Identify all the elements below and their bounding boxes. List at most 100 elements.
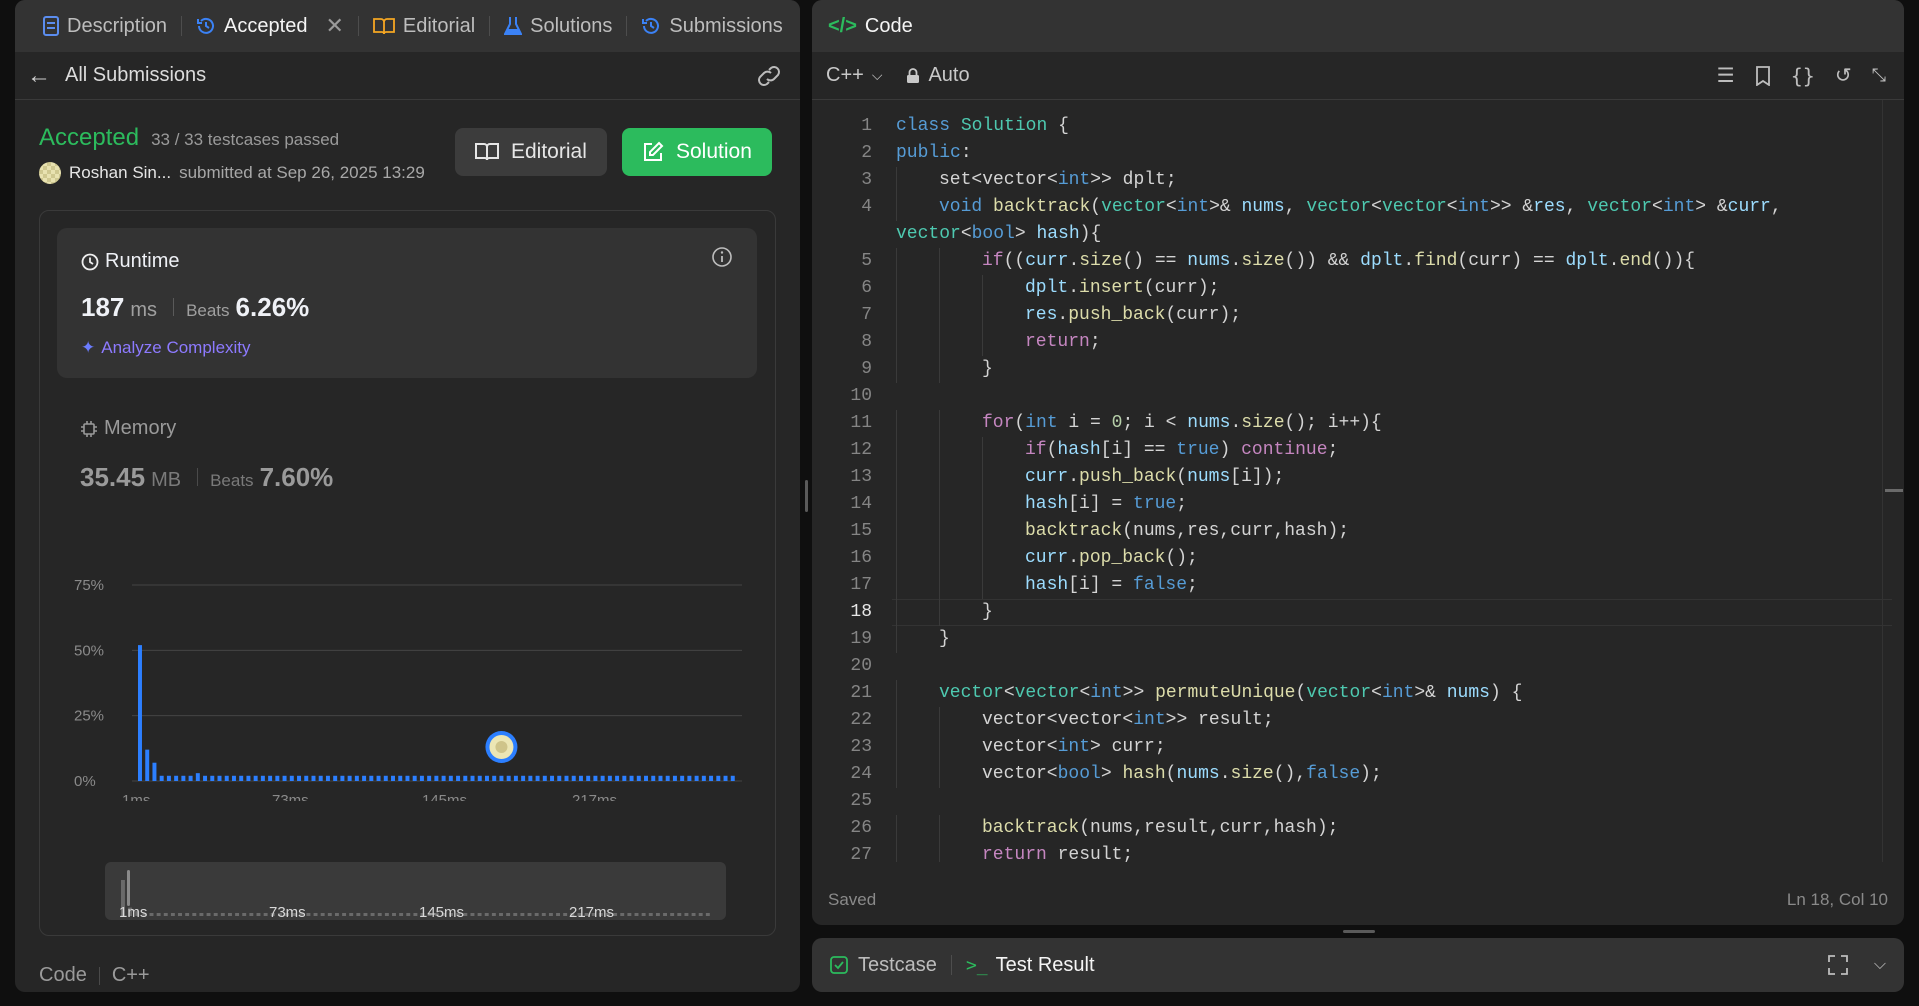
braces-icon[interactable]: {}	[1791, 64, 1815, 88]
avatar[interactable]	[39, 162, 61, 184]
distribution-bar[interactable]	[701, 775, 706, 781]
distribution-bar[interactable]	[535, 775, 540, 781]
distribution-bar[interactable]	[152, 762, 157, 781]
analyze-complexity-link[interactable]: ✦ Analyze Complexity	[81, 338, 251, 358]
link-icon[interactable]	[756, 65, 782, 87]
distribution-bar[interactable]	[730, 775, 735, 781]
distribution-bar[interactable]	[289, 775, 294, 781]
distribution-bar[interactable]	[477, 775, 482, 781]
distribution-bar[interactable]	[521, 775, 526, 781]
format-icon[interactable]: ☰	[1717, 63, 1735, 88]
distribution-bar[interactable]	[203, 775, 208, 781]
distribution-bar[interactable]	[434, 775, 439, 781]
distribution-bar[interactable]	[492, 775, 497, 781]
distribution-bar[interactable]	[181, 775, 186, 781]
distribution-bar[interactable]	[282, 775, 287, 781]
auto-mode-toggle[interactable]: Auto	[906, 64, 970, 87]
distribution-bar[interactable]	[687, 775, 692, 781]
distribution-bar[interactable]	[297, 775, 302, 781]
distribution-bar[interactable]	[362, 775, 367, 781]
tab-test-result[interactable]: >_ Test Result	[966, 954, 1095, 977]
distribution-bar[interactable]	[333, 775, 338, 781]
distribution-bar[interactable]	[318, 775, 323, 781]
tab-code[interactable]: </> Code	[828, 15, 923, 38]
distribution-bar[interactable]	[709, 775, 714, 781]
memory-card[interactable]: Memory 35.45 MB Beats 7.60%	[80, 417, 740, 507]
distribution-bar[interactable]	[340, 775, 345, 781]
tab-editorial[interactable]: Editorial	[363, 15, 485, 38]
solution-button[interactable]: Solution	[622, 128, 772, 176]
distribution-bar[interactable]	[174, 775, 179, 781]
runtime-distribution-chart[interactable]: 75% 50% 25% 0% 1ms 73ms 145ms 217ms	[40, 541, 777, 801]
distribution-bar[interactable]	[651, 775, 656, 781]
horizontal-resize-handle[interactable]	[1343, 930, 1375, 933]
your-submission-marker[interactable]	[485, 731, 518, 763]
distribution-bar[interactable]	[231, 775, 236, 781]
distribution-bar[interactable]	[456, 775, 461, 781]
distribution-bar[interactable]	[354, 775, 359, 781]
distribution-bar[interactable]	[166, 775, 171, 781]
distribution-bar[interactable]	[325, 775, 330, 781]
distribution-bar[interactable]	[564, 775, 569, 781]
username[interactable]: Roshan Sin...	[69, 163, 171, 183]
distribution-bar[interactable]	[600, 775, 605, 781]
distribution-bar[interactable]	[463, 775, 468, 781]
info-icon[interactable]	[711, 246, 733, 268]
distribution-bar[interactable]	[644, 775, 648, 781]
distribution-bar[interactable]	[629, 775, 634, 781]
distribution-bar[interactable]	[138, 645, 142, 781]
reset-icon[interactable]: ↺	[1835, 63, 1852, 88]
code-editor[interactable]: 1 class Solution {2 public: 3 set<vector<int…	[812, 100, 1904, 862]
distribution-bar[interactable]	[304, 775, 309, 781]
distribution-bar[interactable]	[188, 775, 193, 781]
close-icon[interactable]: ✕	[325, 13, 343, 39]
distribution-bar[interactable]	[224, 775, 229, 781]
vertical-resize-handle[interactable]	[805, 480, 808, 512]
distribution-bar[interactable]	[586, 775, 591, 781]
distribution-bar[interactable]	[636, 775, 641, 781]
distribution-bar[interactable]	[528, 775, 533, 781]
distribution-bar[interactable]	[195, 773, 200, 781]
distribution-bar[interactable]	[542, 775, 547, 781]
distribution-bar[interactable]	[217, 775, 222, 781]
tab-solutions[interactable]: Solutions	[494, 15, 622, 38]
language-select[interactable]: C++ ⌵	[826, 64, 882, 87]
tab-testcase[interactable]: Testcase	[830, 954, 937, 977]
distribution-bar[interactable]	[550, 775, 555, 781]
distribution-bar[interactable]	[665, 775, 670, 781]
distribution-bar[interactable]	[506, 775, 511, 781]
distribution-bar[interactable]	[383, 775, 388, 781]
distribution-bar[interactable]	[427, 775, 432, 781]
distribution-bar[interactable]	[470, 775, 475, 781]
distribution-bar[interactable]	[672, 775, 677, 781]
distribution-bar[interactable]	[391, 775, 395, 781]
distribution-bar[interactable]	[513, 775, 518, 781]
distribution-bar[interactable]	[448, 775, 453, 781]
distribution-bar[interactable]	[723, 775, 728, 781]
all-submissions-link[interactable]: ← All Submissions	[27, 62, 206, 90]
distribution-bar[interactable]	[441, 775, 446, 781]
distribution-bar[interactable]	[419, 775, 424, 781]
distribution-bar[interactable]	[369, 775, 374, 781]
distribution-bar[interactable]	[210, 775, 215, 781]
distribution-bar[interactable]	[578, 775, 583, 781]
distribution-bar[interactable]	[159, 775, 164, 781]
distribution-bar[interactable]	[239, 775, 244, 781]
distribution-bar[interactable]	[246, 775, 251, 781]
distribution-bar[interactable]	[398, 775, 403, 781]
editorial-button[interactable]: Editorial	[455, 128, 607, 176]
runtime-card[interactable]: Runtime 187 ms Beats 6.26% ✦ Analyze Com…	[57, 228, 757, 378]
distribution-bar[interactable]	[275, 775, 280, 781]
distribution-bar[interactable]	[484, 775, 489, 781]
distribution-bar[interactable]	[253, 775, 258, 781]
distribution-bar[interactable]	[615, 775, 620, 781]
distribution-bar[interactable]	[268, 775, 273, 781]
distribution-bar[interactable]	[658, 775, 663, 781]
distribution-bar[interactable]	[499, 775, 504, 781]
distribution-bar[interactable]	[405, 775, 410, 781]
bookmark-icon[interactable]	[1755, 65, 1771, 86]
distribution-bar[interactable]	[716, 775, 721, 781]
distribution-bar[interactable]	[145, 749, 150, 781]
distribution-bar[interactable]	[593, 775, 598, 781]
distribution-bar[interactable]	[607, 775, 612, 781]
